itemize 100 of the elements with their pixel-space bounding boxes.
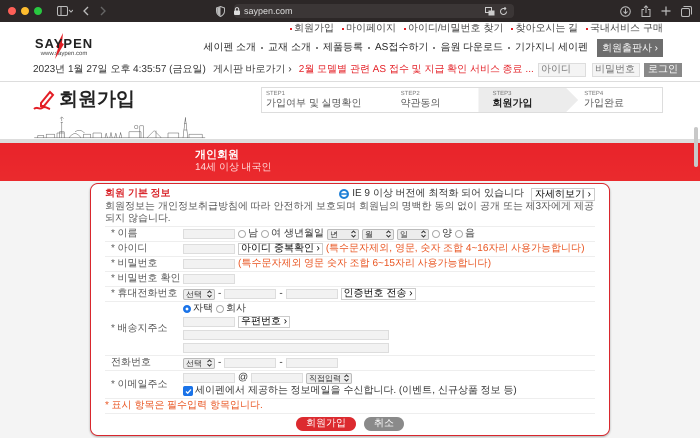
top-link[interactable]: 회원가입: [290, 23, 334, 35]
form-button[interactable]: 아이디 중복확인 ›: [238, 243, 323, 255]
url-text: saypen.com: [244, 5, 293, 17]
reload-icon[interactable]: [499, 6, 508, 16]
nav-link[interactable]: 제품등록: [322, 42, 363, 54]
top-link[interactable]: 찾아오시는 길: [511, 23, 578, 35]
shield-icon[interactable]: [216, 6, 225, 16]
nav-link[interactable]: 교재 소개: [268, 42, 311, 54]
input-field[interactable]: [183, 274, 235, 284]
close-window-icon[interactable]: [8, 7, 16, 15]
back-icon[interactable]: [82, 6, 90, 16]
field-text: -: [218, 357, 222, 369]
input-field[interactable]: [224, 289, 276, 299]
field-label: * 비밀번호: [110, 258, 159, 270]
field-label: * 휴대전화번호: [110, 288, 179, 300]
input-field[interactable]: [286, 289, 338, 299]
banner-title: 개인회원: [195, 148, 240, 162]
forward-icon[interactable]: [99, 6, 107, 16]
page-title: 회원가입: [59, 89, 135, 111]
nav-link[interactable]: AS접수하기: [374, 42, 428, 54]
input-field[interactable]: [251, 373, 304, 383]
maximize-window-icon[interactable]: [34, 7, 42, 15]
select-field[interactable]: 월: [362, 228, 394, 240]
input-field[interactable]: [224, 358, 276, 368]
top-link[interactable]: 마이페이지: [342, 23, 396, 35]
checkbox-option[interactable]: 세이펜에서 제공하는 정보메일을 수신합니다. (이벤트, 신규상품 정보 등): [183, 385, 517, 397]
field-text: 생년월일: [284, 228, 324, 240]
select-field[interactable]: 년: [327, 228, 359, 240]
select-field[interactable]: 일: [397, 228, 429, 240]
input-field[interactable]: [286, 358, 338, 368]
share-icon[interactable]: [641, 5, 651, 17]
updown-arrows-icon: [344, 374, 350, 382]
new-tab-icon[interactable]: [661, 6, 671, 16]
radio-icon[interactable]: [238, 230, 246, 238]
field-label: 전화번호: [110, 357, 152, 369]
address-field[interactable]: [183, 330, 389, 340]
translate-icon[interactable]: [485, 6, 495, 16]
address-field[interactable]: [183, 343, 389, 353]
radio-option[interactable]: 남: [238, 228, 258, 240]
field-label: * 이름: [110, 228, 139, 240]
select-field[interactable]: 선택: [183, 358, 215, 368]
field-hint: (특수문자제외 영문 숫자 조합 6~15자리 사용가능합니다): [238, 258, 492, 270]
browser-note: IE 9 이상 버전에 최적화 되어 있습니다: [352, 188, 524, 200]
lock-icon: [234, 7, 240, 15]
scrollbar[interactable]: [694, 127, 698, 167]
input-field[interactable]: [183, 244, 235, 254]
radio-option[interactable]: 음: [455, 228, 475, 240]
select-field[interactable]: 직접입력: [306, 372, 352, 384]
checkbox-icon[interactable]: [183, 386, 193, 396]
updown-arrows-icon: [207, 359, 212, 367]
details-button[interactable]: 자세히보기 ›: [530, 188, 595, 200]
minimize-window-icon[interactable]: [21, 7, 29, 15]
updown-arrows-icon: [421, 230, 426, 238]
updown-arrows-icon: [207, 290, 212, 298]
login-button[interactable]: 로그인: [644, 62, 682, 76]
banner-subtitle: 14세 이상 내국인: [195, 162, 273, 174]
field-label: * 이메일주소: [110, 378, 169, 392]
radio-icon[interactable]: [455, 230, 463, 238]
radio-icon[interactable]: [432, 230, 440, 238]
input-field[interactable]: [183, 229, 235, 239]
section-title: 회원 기본 정보: [105, 188, 171, 200]
input-field[interactable]: [183, 259, 235, 269]
updown-arrows-icon: [386, 230, 391, 238]
updown-arrows-icon: [351, 230, 356, 238]
publisher-button[interactable]: 회원출판사 ›: [596, 39, 663, 57]
radio-option[interactable]: 회사: [216, 303, 246, 315]
input-field[interactable]: [183, 373, 235, 383]
nav-link[interactable]: 기가지니 세이펜: [515, 42, 588, 54]
top-link[interactable]: 아이디/비밀번호 찾기: [404, 23, 504, 35]
sidebar-icon[interactable]: [57, 6, 73, 16]
id-input[interactable]: 아이디: [538, 62, 586, 76]
field-hint: (특수문자제외, 영문, 숫자 조합 4~16자리 사용가능합니다): [326, 243, 585, 255]
top-link[interactable]: 국내서비스 구매: [586, 23, 663, 35]
input-field[interactable]: [183, 317, 235, 327]
field-text: -: [218, 288, 222, 300]
password-input[interactable]: 비밀번호: [592, 62, 640, 76]
tabs-overview-icon[interactable]: [681, 6, 692, 16]
notice-board-link[interactable]: 게시판 바로가기 ›: [212, 64, 292, 76]
address-bar[interactable]: saypen.com: [234, 4, 514, 18]
field-text: @: [238, 372, 248, 384]
form-button[interactable]: 우편번호 ›: [238, 316, 290, 328]
nav-link[interactable]: 세이펜 소개: [203, 42, 256, 54]
download-icon[interactable]: [620, 6, 631, 16]
radio-option[interactable]: 양: [432, 228, 452, 240]
radio-option[interactable]: 자택: [183, 303, 213, 315]
form-submit-button[interactable]: 회원가입: [296, 417, 356, 431]
radio-icon[interactable]: [261, 230, 269, 238]
form-description: 회원정보는 개인정보취급방침에 따라 안전하게 보호되며 회원님의 명백한 동의 없이 공개 또는 제3자에게 제공되지 않습니다.: [105, 201, 595, 227]
radio-icon[interactable]: [183, 305, 191, 313]
field-text: -: [279, 288, 283, 300]
radio-option[interactable]: 여: [261, 228, 281, 240]
pen-signature-icon: [33, 89, 55, 111]
radio-icon[interactable]: [216, 305, 224, 313]
field-text: -: [279, 357, 283, 369]
field-label: * 비밀번호 확인: [110, 273, 182, 285]
nav-link[interactable]: 음원 다운로드: [440, 42, 504, 54]
field-label: * 배송지주소: [110, 322, 169, 336]
form-button[interactable]: 인증번호 전송 ›: [340, 288, 416, 300]
notice-text[interactable]: 2월 모델별 관련 AS 접수 및 지급 확인 서비스 종료 ...: [298, 64, 534, 76]
select-field[interactable]: 선택: [183, 288, 215, 300]
